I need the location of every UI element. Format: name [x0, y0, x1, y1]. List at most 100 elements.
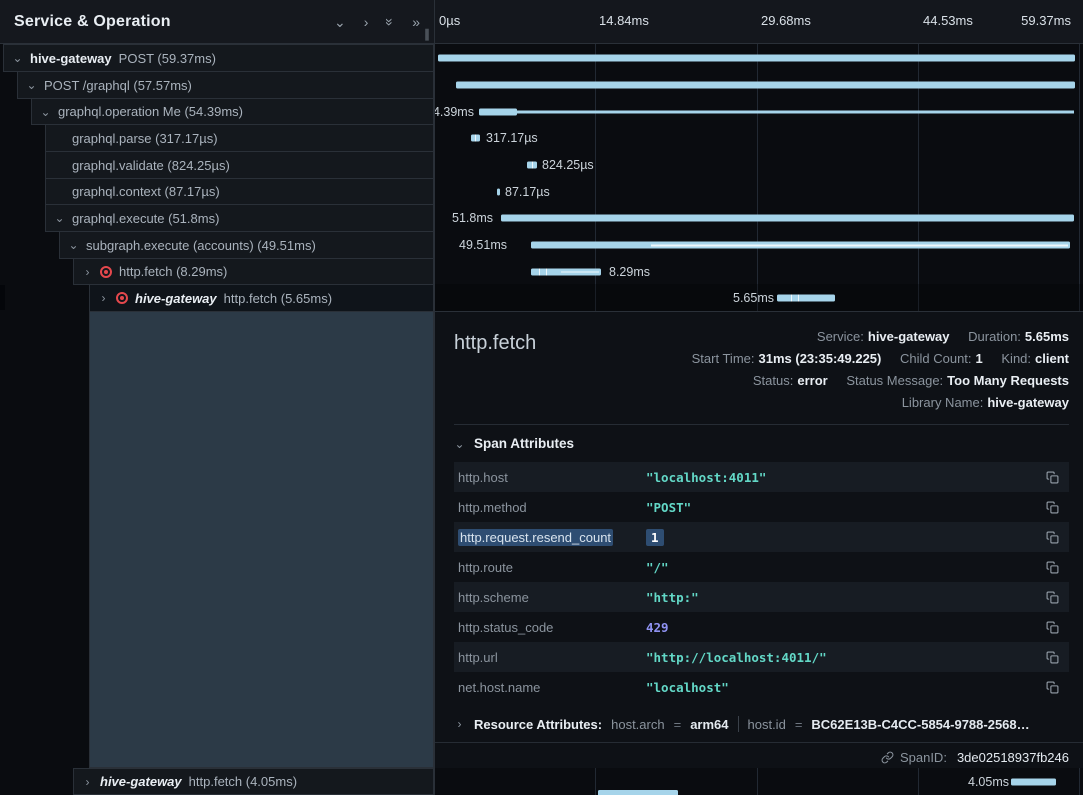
span-bar[interactable]: [479, 108, 517, 115]
attribute-key: http.scheme: [458, 590, 646, 605]
attribute-key: http.status_code: [458, 620, 646, 635]
copy-icon[interactable]: [1046, 651, 1059, 664]
meta-start-label: Start Time:: [692, 351, 755, 366]
expand-row-icon[interactable]: ›: [364, 15, 369, 29]
attribute-row: net.host.name "localhost": [454, 672, 1069, 702]
service-name: hive-gateway: [135, 291, 217, 306]
timeline-row-http-fetch-5ms: 5.65ms: [435, 284, 1083, 312]
collapse-row-icon[interactable]: ⌄: [334, 15, 346, 29]
error-icon: [100, 266, 112, 278]
tree-row-graphql-parse[interactable]: graphql.parse (317.17µs): [45, 124, 434, 152]
span-attributes-header[interactable]: ⌄ Span Attributes: [454, 436, 574, 451]
duration-label: 49.51ms: [453, 238, 507, 252]
span-bar[interactable]: [531, 242, 1070, 249]
span-name: POST (59.37ms): [119, 51, 216, 66]
copy-icon[interactable]: [1046, 471, 1059, 484]
panel-resize-handle[interactable]: ∥: [424, 27, 430, 41]
attribute-key: http.request.resend_count: [458, 530, 646, 545]
ruler-tick-label: 59.37ms: [1021, 13, 1071, 28]
scrollbar-thumb[interactable]: [0, 285, 5, 310]
span-bar[interactable]: [777, 295, 835, 302]
panel-divider[interactable]: [434, 0, 435, 795]
tree-row-http-fetch-8ms[interactable]: › http.fetch (8.29ms): [73, 258, 434, 285]
chevron-right-icon[interactable]: ›: [82, 776, 93, 788]
duration-label: 5.65ms: [733, 291, 773, 305]
tree-row-root-post[interactable]: ⌄ hive-gateway POST (59.37ms): [3, 44, 434, 72]
copy-icon[interactable]: [1046, 681, 1059, 694]
chevron-right-icon[interactable]: ›: [82, 266, 93, 278]
copy-icon[interactable]: [1046, 561, 1059, 574]
duration-label: 51.8ms: [435, 211, 493, 225]
tree-row-graphql-operation-me[interactable]: ⌄ graphql.operation Me (54.39ms): [31, 98, 434, 125]
timeline-row-post-graphql: [435, 71, 1083, 99]
ruler-tick-label: 14.84ms: [599, 13, 649, 28]
chevron-down-icon[interactable]: ⌄: [12, 52, 23, 64]
copy-icon[interactable]: [1046, 621, 1059, 634]
attribute-value: 1: [646, 530, 1046, 545]
attribute-key: http.host: [458, 470, 646, 485]
chevron-down-icon[interactable]: ⌄: [54, 212, 65, 224]
error-icon: [116, 292, 128, 304]
span-bar[interactable]: [531, 268, 601, 275]
service-name: hive-gateway: [30, 51, 112, 66]
span-attributes-table: http.host "localhost:4011" http.method "…: [454, 462, 1069, 702]
chevron-down-icon[interactable]: ⌄: [68, 239, 79, 251]
span-name: graphql.execute (51.8ms): [72, 211, 219, 226]
span-bar-extent: [517, 110, 1074, 113]
meta-duration-label: Duration:: [968, 329, 1021, 344]
tree-row-subgraph-execute-accounts[interactable]: ⌄ subgraph.execute (accounts) (49.51ms): [59, 231, 434, 259]
span-bar[interactable]: [497, 188, 500, 195]
span-name: graphql.validate (824.25µs): [72, 158, 230, 173]
timeline-row-graphql-operation: 54.39ms: [435, 98, 1083, 125]
expand-all-icon[interactable]: »: [412, 15, 420, 29]
tree-row-graphql-validate[interactable]: graphql.validate (824.25µs): [45, 151, 434, 179]
attribute-value: "POST": [646, 500, 1046, 515]
attribute-row: http.scheme "http:": [454, 582, 1069, 612]
ruler-tick-label: 29.68ms: [761, 13, 811, 28]
link-icon: [881, 751, 894, 764]
tree-row-http-fetch-4ms[interactable]: › hive-gateway http.fetch (4.05ms): [73, 768, 434, 795]
tree-row-graphql-context[interactable]: graphql.context (87.17µs): [45, 178, 434, 205]
span-bar[interactable]: [1011, 778, 1056, 785]
span-bar[interactable]: [501, 215, 1074, 222]
copy-icon[interactable]: [1046, 501, 1059, 514]
meta-status-label: Status:: [753, 373, 793, 388]
chevron-down-icon[interactable]: ⌄: [26, 79, 37, 91]
tree-row-post-graphql[interactable]: ⌄ POST /graphql (57.57ms): [17, 71, 434, 99]
selected-span-region: [89, 310, 434, 768]
span-attributes-title: Span Attributes: [474, 436, 574, 451]
tree-row-http-fetch-5ms-selected[interactable]: › hive-gateway http.fetch (5.65ms): [89, 284, 434, 312]
timeline-row-graphql-context: 87.17µs: [435, 178, 1083, 205]
attribute-value: "localhost": [646, 680, 1046, 695]
collapse-all-icon[interactable]: »: [383, 18, 397, 26]
chevron-right-icon[interactable]: ›: [98, 292, 109, 304]
duration-label: 317.17µs: [486, 131, 538, 145]
copy-icon[interactable]: [1046, 591, 1059, 604]
service-name: hive-gateway: [100, 774, 182, 789]
span-bar[interactable]: [471, 135, 480, 142]
span-bar[interactable]: [438, 55, 1075, 62]
span-name: http.fetch (5.65ms): [224, 291, 332, 306]
resource-value: arm64: [690, 717, 728, 732]
tree-row-graphql-execute[interactable]: ⌄ graphql.execute (51.8ms): [45, 204, 434, 232]
meta-childcount-label: Child Count:: [900, 351, 972, 366]
span-bar[interactable]: [527, 162, 537, 169]
attribute-value: "/": [646, 560, 1046, 575]
meta-kind-value: client: [1035, 351, 1069, 366]
span-name: graphql.operation Me (54.39ms): [58, 104, 243, 119]
resource-key: host.arch: [611, 717, 664, 732]
timeline-row-http-fetch-4ms: 4.05ms: [435, 768, 1083, 795]
span-detail-panel: http.fetch Service:hive-gateway Duration…: [435, 311, 1083, 768]
chevron-down-icon[interactable]: ⌄: [40, 106, 51, 118]
duration-label: 824.25µs: [542, 158, 594, 172]
attribute-row: http.status_code 429: [454, 612, 1069, 642]
span-bar[interactable]: [456, 82, 1075, 89]
resource-attributes-row[interactable]: › Resource Attributes: host.arch = arm64…: [454, 716, 1069, 732]
timeline-row-graphql-validate: 824.25µs: [435, 151, 1083, 179]
equals-sign: =: [674, 717, 682, 732]
span-name: graphql.parse (317.17µs): [72, 131, 218, 146]
span-meta: Service:hive-gateway Duration:5.65ms Sta…: [692, 326, 1069, 414]
attribute-key: http.method: [458, 500, 646, 515]
meta-kind-label: Kind:: [1001, 351, 1031, 366]
copy-icon[interactable]: [1046, 531, 1059, 544]
